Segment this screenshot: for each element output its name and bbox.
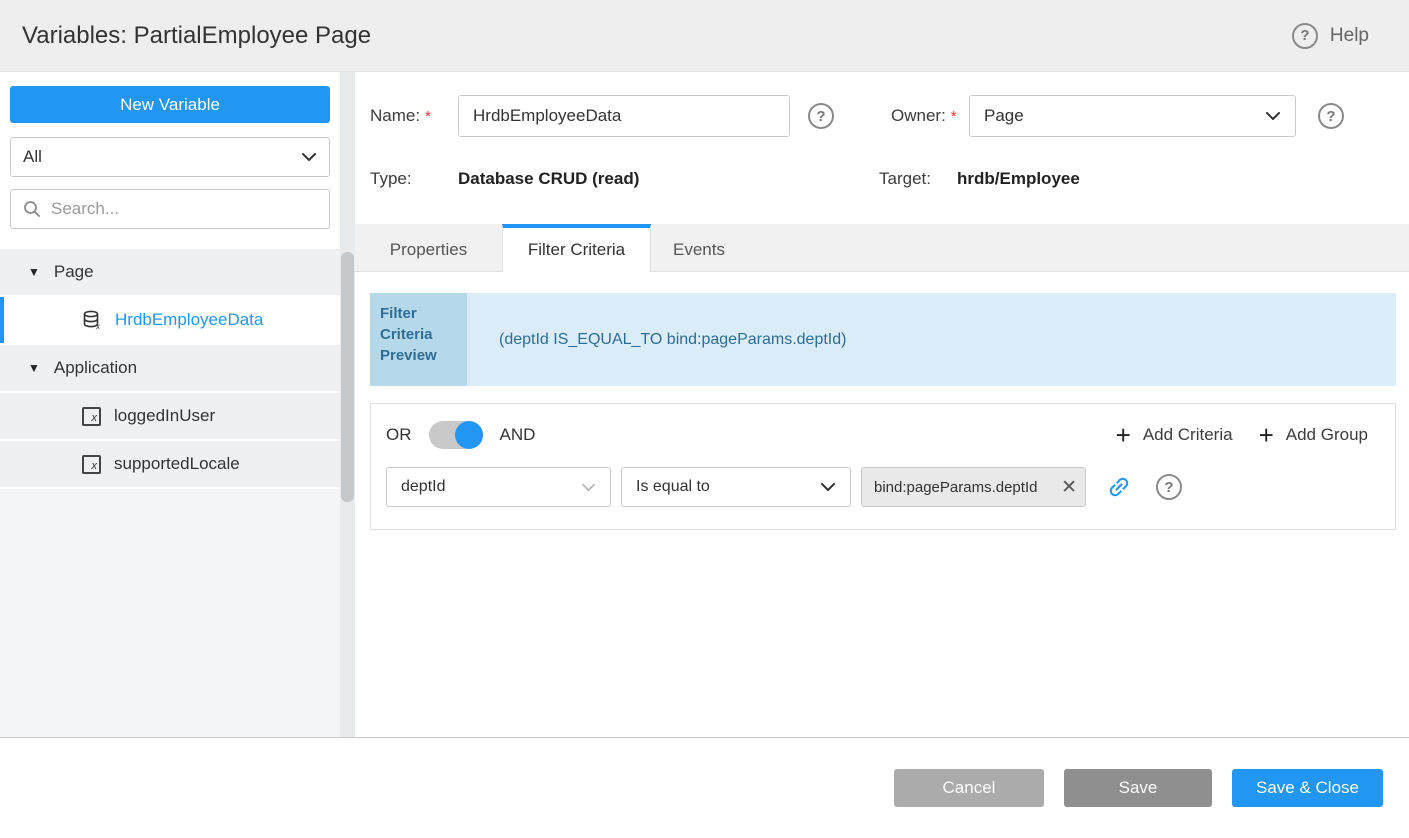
tab-label: Events — [673, 240, 725, 260]
owner-selected-value: Page — [984, 106, 1024, 126]
add-group-label: Add Group — [1286, 425, 1368, 445]
tree-item-label: HrdbEmployeeData — [115, 310, 263, 330]
and-label: AND — [500, 425, 536, 445]
detail-tabs: Properties Filter Criteria Events — [355, 224, 1409, 272]
dialog-header: Variables: PartialEmployee Page ? Help — [0, 0, 1409, 72]
operator-selected-value: Is equal to — [636, 478, 710, 496]
variable-form: Name: * ? Owner: * Page — [355, 72, 1409, 189]
search-icon — [23, 200, 41, 218]
type-value: Database CRUD (read) — [458, 169, 822, 189]
add-criteria-button[interactable]: + Add Criteria — [1116, 423, 1233, 447]
required-marker: * — [425, 108, 431, 125]
triangle-down-icon[interactable]: ▼ — [28, 265, 40, 279]
filter-criteria-panel: Filter Criteria Preview (deptId IS_EQUAL… — [355, 272, 1409, 737]
dialog-footer: Cancel Save Save & Close — [0, 738, 1409, 838]
criteria-help-icon[interactable]: ? — [1156, 474, 1182, 500]
criteria-row: deptId Is equal to bind:pa — [386, 467, 1380, 507]
criteria-group: OR AND + Add Criteria — [370, 403, 1396, 530]
or-and-toggle[interactable] — [429, 421, 483, 449]
tab-filter-criteria[interactable]: Filter Criteria — [502, 224, 651, 272]
save-button[interactable]: Save — [1064, 769, 1212, 807]
or-label: OR — [386, 425, 412, 445]
tree-item-loggedinuser[interactable]: x loggedInUser — [0, 393, 340, 439]
tree-group-page[interactable]: ▼ Page — [0, 249, 340, 295]
tree-item-supportedlocale[interactable]: x supportedLocale — [0, 441, 340, 487]
variable-icon: x — [82, 407, 101, 426]
variables-sidebar: New Variable All ▼ Page — [0, 72, 355, 737]
owner-help-icon[interactable]: ? — [1318, 103, 1344, 129]
criteria-field-select[interactable]: deptId — [386, 467, 611, 507]
scrollbar-thumb[interactable] — [341, 252, 354, 502]
tree-item-hrdbemployeedata[interactable]: x HrdbEmployeeData — [0, 297, 340, 343]
cancel-button[interactable]: Cancel — [894, 769, 1044, 807]
type-label: Type: — [370, 169, 412, 189]
tree-group-application[interactable]: ▼ Application — [0, 345, 340, 391]
svg-text:x: x — [95, 322, 101, 330]
tab-properties[interactable]: Properties — [355, 224, 502, 272]
name-label: Name: — [370, 106, 420, 126]
variables-dialog: Variables: PartialEmployee Page ? Help N… — [0, 0, 1409, 838]
tab-events[interactable]: Events — [651, 224, 747, 272]
tab-label: Properties — [390, 240, 467, 260]
help-icon[interactable]: ? — [1292, 23, 1318, 49]
variable-search[interactable] — [10, 189, 330, 229]
field-selected-value: deptId — [401, 478, 445, 496]
chevron-down-icon — [1265, 111, 1281, 121]
save-and-close-button[interactable]: Save & Close — [1232, 769, 1383, 807]
required-marker: * — [951, 108, 957, 125]
add-criteria-label: Add Criteria — [1143, 425, 1233, 445]
criteria-value-text: bind:pageParams.deptId — [874, 479, 1059, 496]
help-label: Help — [1330, 25, 1369, 47]
new-variable-button[interactable]: New Variable — [10, 86, 330, 123]
preview-expression: (deptId IS_EQUAL_TO bind:pageParams.dept… — [467, 293, 1396, 386]
plus-icon: + — [1116, 423, 1131, 447]
variable-detail-panel: Name: * ? Owner: * Page — [355, 72, 1409, 737]
sidebar-background — [0, 489, 340, 737]
sidebar-scrollbar[interactable] — [340, 72, 355, 737]
toggle-knob[interactable] — [455, 421, 483, 449]
criteria-value-field[interactable]: bind:pageParams.deptId ✕ — [861, 467, 1086, 507]
variables-tree: ▼ Page x HrdbEmployeeData ▼ Application … — [0, 249, 340, 489]
tree-group-label: Application — [54, 358, 137, 378]
plus-icon: + — [1259, 423, 1274, 447]
bind-link-icon[interactable] — [1106, 474, 1132, 500]
filter-criteria-preview: Filter Criteria Preview (deptId IS_EQUAL… — [370, 293, 1396, 386]
name-input[interactable] — [458, 95, 790, 137]
name-help-icon[interactable]: ? — [808, 103, 834, 129]
chevron-down-icon — [581, 483, 596, 492]
database-icon: x — [82, 310, 102, 330]
triangle-down-icon[interactable]: ▼ — [28, 361, 40, 375]
target-value: hrdb/Employee — [957, 169, 1298, 189]
tree-item-label: supportedLocale — [114, 454, 240, 474]
tree-item-label: loggedInUser — [114, 406, 215, 426]
variable-icon: x — [82, 455, 101, 474]
search-input[interactable] — [51, 199, 317, 219]
tree-group-label: Page — [54, 262, 94, 282]
tab-label: Filter Criteria — [528, 240, 625, 260]
filter-selected-value: All — [23, 147, 42, 167]
add-group-button[interactable]: + Add Group — [1259, 423, 1368, 447]
chevron-down-icon — [301, 152, 317, 162]
clear-value-icon[interactable]: ✕ — [1059, 476, 1077, 499]
preview-label: Filter Criteria Preview — [370, 293, 467, 386]
help-button[interactable]: ? Help — [1292, 23, 1369, 49]
page-title: Variables: PartialEmployee Page — [22, 22, 371, 50]
owner-select[interactable]: Page — [969, 95, 1296, 137]
target-label: Target: — [879, 169, 931, 189]
owner-label: Owner: — [891, 106, 946, 126]
criteria-operator-select[interactable]: Is equal to — [621, 467, 851, 507]
variable-type-filter-select[interactable]: All — [10, 137, 330, 177]
chevron-down-icon — [820, 482, 836, 492]
